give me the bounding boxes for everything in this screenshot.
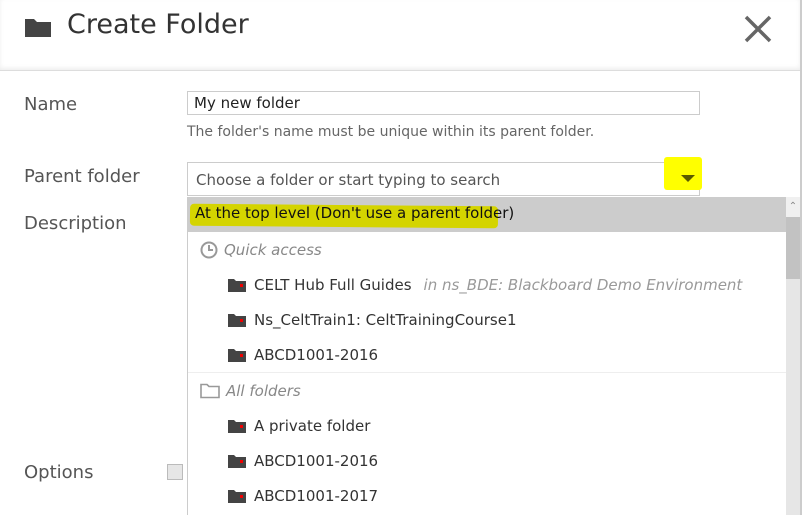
parent-folder-input[interactable]: Choose a folder or start typing to searc… — [187, 162, 700, 196]
folder-icon — [25, 19, 51, 37]
caret-down-icon[interactable] — [681, 175, 695, 182]
close-icon[interactable] — [742, 13, 774, 45]
parent-folder-dropdown: At the top level (Don't use a parent fol… — [187, 197, 800, 515]
folder-label: CELT Hub Full Guides — [254, 275, 412, 294]
folder-option[interactable]: A private folder — [188, 408, 800, 443]
section-label: All folders — [226, 381, 301, 400]
section-all-folders: All folders — [188, 373, 800, 408]
highlight-mark — [664, 157, 702, 190]
clock-icon — [200, 241, 218, 258]
folder-icon — [228, 455, 246, 468]
folder-context: in ns_BDE: Blackboard Demo Environment — [423, 275, 743, 294]
folder-label: ABCD1001-2017 — [254, 486, 379, 505]
folder-option[interactable]: CELT Hub Full Guides in ns_BDE: Blackboar… — [188, 267, 800, 302]
folder-icon — [228, 420, 246, 433]
scrollbar-thumb[interactable] — [786, 217, 800, 279]
name-help-text: The folder's name must be unique within … — [187, 124, 595, 140]
parent-folder-label: Parent folder — [24, 166, 140, 187]
folder-outline-icon — [200, 383, 220, 398]
folder-icon — [228, 490, 246, 503]
section-quick-access: Quick access — [188, 232, 800, 267]
option-top-level[interactable]: At the top level (Don't use a parent fol… — [188, 197, 787, 232]
options-checkbox[interactable] — [167, 464, 183, 480]
folder-label: ABCD1001-2016 — [254, 451, 379, 470]
section-label: Quick access — [224, 240, 322, 259]
folder-option[interactable]: ABCD1001-2016 — [188, 337, 800, 372]
options-label: Options — [24, 462, 94, 483]
dropdown-scrollbar[interactable]: ⌃ — [786, 197, 800, 515]
name-label: Name — [24, 94, 78, 115]
folder-label: A private folder — [254, 416, 371, 435]
option-label: At the top level (Don't use a parent fol… — [195, 204, 515, 222]
folder-label: Ns_CeltTrain1: CeltTrainingCourse1 — [254, 310, 517, 329]
folder-label: ABCD1001-2016 — [254, 345, 379, 364]
dialog-header: Create Folder — [0, 0, 800, 71]
folder-option[interactable]: ABCD1001-2017 — [188, 478, 800, 513]
name-input[interactable] — [187, 91, 700, 115]
folder-icon — [228, 279, 246, 292]
description-label: Description — [24, 213, 127, 234]
folder-icon — [228, 314, 246, 327]
folder-icon — [228, 349, 246, 362]
parent-folder-placeholder: Choose a folder or start typing to searc… — [196, 171, 501, 189]
dialog-title: Create Folder — [67, 9, 249, 40]
scroll-up-icon[interactable]: ⌃ — [786, 197, 800, 217]
folder-option[interactable]: ABCD1001-2016 — [188, 443, 800, 478]
folder-option[interactable]: Ns_CeltTrain1: CeltTrainingCourse1 — [188, 302, 800, 337]
